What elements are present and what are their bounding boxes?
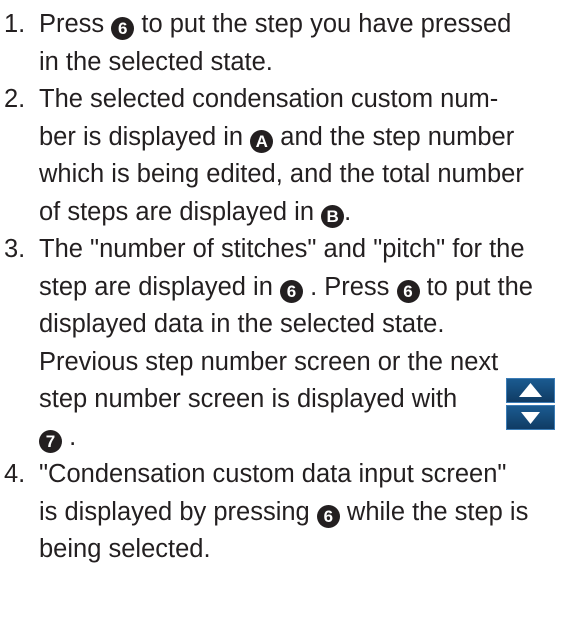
text-segment: is displayed by pressing [39, 497, 317, 526]
text-segment: "Condensation custom data input screen" [39, 460, 507, 488]
list-item-number: 1. [4, 10, 26, 38]
text-segment: ber is displayed in [39, 122, 251, 151]
list-item-line: "Condensation custom data input screen" [39, 456, 576, 494]
list-item-line: step are displayed in 6 . Press 6 to put… [39, 269, 576, 307]
list-item-line: which is being edited, and the total num… [39, 156, 576, 194]
list-item-line: being selected. [39, 531, 576, 569]
text-segment: . [62, 422, 77, 451]
callout-marker: 7 [39, 429, 62, 453]
text-segment: which is being edited, and the total num… [39, 160, 524, 188]
list-item-line: ber is displayed in A and the step numbe… [39, 119, 576, 157]
list-item-line: step number screen is displayed with [39, 381, 576, 419]
text-segment: step are displayed in [39, 272, 280, 301]
text-segment: The "number of stitches" and "pitch" for… [39, 235, 525, 263]
text-segment: The selected condensation custom num- [39, 85, 499, 113]
list-item: 1. Press 6 to put the step you have pres… [4, 6, 576, 81]
text-segment: Press [39, 10, 112, 38]
callout-marker: 6 [111, 17, 135, 40]
down-arrow-button [506, 405, 555, 430]
list-item-number: 2. [4, 85, 26, 113]
instruction-list: 1. Press 6 to put the step you have pres… [4, 6, 576, 569]
callout-marker: B [321, 204, 345, 228]
text-segment: . [344, 197, 352, 226]
text-segment: of steps are displayed in [39, 197, 322, 226]
text-segment: in the selected state. [39, 47, 273, 76]
text-segment: to put the [419, 272, 533, 301]
text-segment: and the step number [273, 122, 515, 151]
list-item-line: 7 . [39, 419, 576, 457]
list-item-number: 4. [4, 460, 26, 488]
callout-marker: 6 [396, 279, 420, 303]
list-item-line: in the selected state. [39, 44, 576, 82]
list-item-line: Previous step number screen or the next [39, 344, 576, 382]
list-item-number: 3. [4, 235, 26, 263]
list-item-line: The "number of stitches" and "pitch" for… [39, 231, 576, 269]
text-segment: Previous step number screen or the next [39, 347, 499, 376]
list-item-line: The selected condensation custom num- [39, 81, 576, 119]
list-item: 3. The "number of stitches" and "pitch" … [4, 231, 576, 456]
up-down-arrow-button-icon [506, 378, 555, 430]
text-segment: being selected. [39, 535, 211, 563]
up-arrow-button [506, 378, 555, 403]
list-item-line: of steps are displayed in B. [39, 194, 576, 232]
text-segment: displayed data in the selected state. [39, 310, 445, 338]
list-item: 2. The selected condensation custom num-… [4, 81, 576, 231]
text-segment: to put the step you have pressed [134, 10, 512, 38]
callout-marker: 6 [316, 504, 340, 528]
callout-marker: 6 [279, 279, 303, 303]
text-segment: step number screen is displayed with [39, 385, 458, 413]
text-segment: while the step is [339, 497, 529, 526]
list-item-line: is displayed by pressing 6 while the ste… [39, 494, 576, 532]
list-item-line: Press 6 to put the step you have pressed [39, 6, 576, 44]
callout-marker: A [250, 129, 274, 153]
list-item-line: displayed data in the selected state. [39, 306, 576, 344]
text-segment: . Press [302, 272, 397, 301]
list-item: 4. "Condensation custom data input scree… [4, 456, 576, 569]
